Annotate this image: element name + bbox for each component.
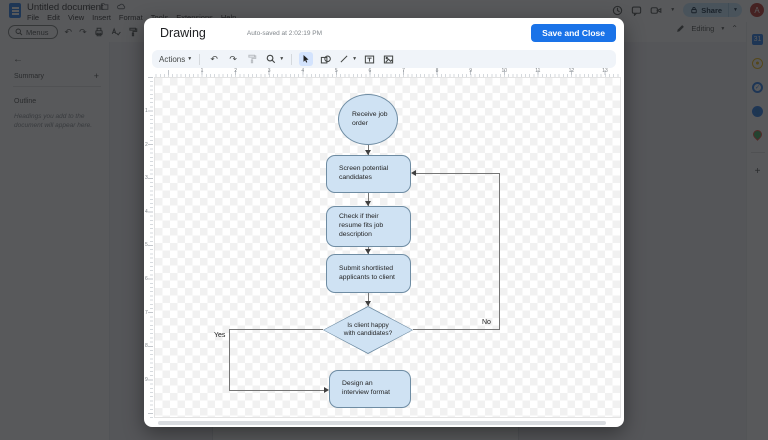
shape-tool-icon[interactable] — [318, 52, 332, 66]
toolbar-separator — [199, 53, 201, 65]
ruler-number-7: 8 — [435, 68, 439, 74]
yes-connector-h1[interactable] — [229, 329, 323, 330]
node-label: Receive job order — [352, 110, 388, 127]
zoom-tool[interactable]: ▼ — [264, 52, 284, 66]
diamond-fill: Is client happy with candidates? — [324, 307, 412, 353]
toolbar-separator — [291, 53, 293, 65]
flowchart-node-check[interactable]: Check if their resume fits job descripti… — [326, 206, 411, 247]
text-box-tool-icon[interactable] — [362, 52, 376, 66]
ruler-number-8: 9 — [145, 376, 148, 383]
no-connector-h1[interactable] — [413, 329, 499, 330]
flowchart-node-submit[interactable]: Submit shortlisted applicants to client — [326, 254, 411, 293]
dialog-title: Drawing — [160, 26, 206, 40]
ruler-number-12: 13 — [602, 68, 608, 74]
node-label: Screen potential candidates — [339, 165, 389, 181]
select-tool-icon[interactable] — [299, 52, 314, 66]
ruler-number-5: 6 — [368, 68, 372, 74]
dialog-header: Drawing Auto-saved at 2:02:19 PM Save an… — [144, 18, 624, 48]
line-tool[interactable]: ▼ — [337, 52, 357, 66]
no-connector-h2[interactable] — [416, 173, 499, 174]
actions-menu-button[interactable]: Actions ▼ — [159, 55, 192, 64]
ruler-number-8: 9 — [469, 68, 473, 74]
node-label: Submit shortlisted applicants to client — [339, 264, 395, 281]
ruler-number-2: 3 — [267, 68, 271, 74]
autosave-status: Auto-saved at 2:02:19 PM — [246, 29, 323, 37]
node-label: Check if their resume fits job descripti… — [339, 213, 384, 238]
yes-edge-label[interactable]: Yes — [214, 332, 225, 339]
horizontal-scrollbar[interactable] — [158, 421, 606, 425]
insert-image-icon[interactable] — [381, 52, 395, 66]
ruler-number-9: 10 — [501, 68, 507, 74]
drawing-canvas[interactable]: Yes No Receive job order Screen potentia… — [154, 77, 621, 418]
line-tool-icon — [337, 52, 351, 66]
actions-label: Actions — [159, 54, 186, 64]
undo-icon[interactable]: ↶ — [207, 52, 221, 66]
ruler-number-4: 5 — [334, 68, 338, 74]
drawing-toolbar: Actions ▼ ↶ ↷ ▼ ▼ — [152, 50, 616, 68]
arrowhead — [411, 170, 416, 176]
node-label: Design an interview format — [342, 380, 390, 396]
flowchart-node-screen[interactable]: Screen potential candidates — [326, 155, 411, 193]
ruler-number-1: 2 — [234, 68, 237, 74]
yes-connector-v[interactable] — [229, 329, 230, 390]
ruler-number-3: 4 — [301, 68, 305, 74]
ruler-number-0: 1 — [145, 108, 148, 114]
screen: Untitled document ☆ FileEditViewInsertFo… — [0, 0, 768, 440]
no-edge-label[interactable]: No — [482, 319, 491, 326]
no-connector-v[interactable] — [499, 173, 500, 330]
ruler-number-1: 2 — [145, 141, 148, 148]
save-and-close-button[interactable]: Save and Close — [531, 24, 616, 42]
ruler-number-6: 7 — [145, 309, 148, 316]
ruler-number-2: 3 — [145, 175, 148, 182]
node-label: Is client happy with candidates? — [343, 321, 393, 337]
flowchart-node-start[interactable]: Receive job order — [338, 94, 398, 145]
flowchart-node-design[interactable]: Design an interview format — [329, 370, 411, 408]
ruler-number-0: 1 — [200, 68, 204, 74]
ruler-number-4: 5 — [145, 242, 148, 249]
drawing-dialog: Drawing Auto-saved at 2:02:19 PM Save an… — [144, 18, 624, 427]
ruler-number-3: 4 — [145, 208, 148, 215]
ruler-number-11: 12 — [568, 68, 575, 74]
ruler-number-10: 11 — [535, 68, 541, 74]
ruler-number-5: 6 — [145, 276, 148, 282]
yes-connector-h2[interactable] — [229, 390, 325, 391]
paint-format-icon[interactable] — [245, 52, 259, 66]
zoom-icon — [264, 52, 278, 66]
vertical-ruler: 1 2 3 4 5 6 7 8 9 — [145, 77, 153, 418]
ruler-number-6: 7 — [402, 68, 405, 74]
ruler-number-7: 8 — [145, 343, 148, 350]
flowchart-node-decision[interactable]: Is client happy with candidates? — [323, 306, 413, 354]
horizontal-ruler: 1 2 3 4 5 6 7 8 9 10 11 12 13 — [154, 68, 620, 77]
redo-icon[interactable]: ↷ — [226, 52, 240, 66]
